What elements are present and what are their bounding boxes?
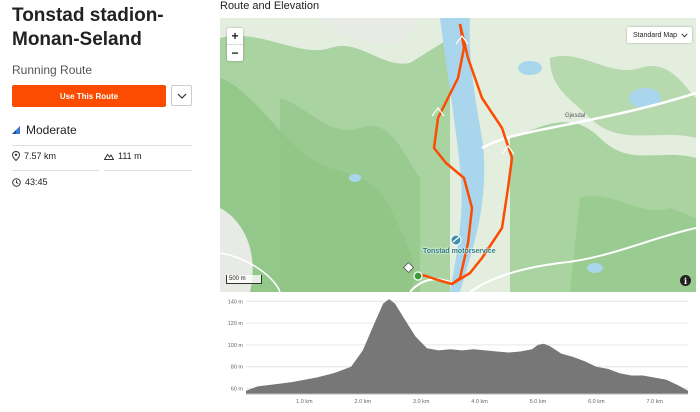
section-heading: Route and Elevation [220, 0, 320, 12]
elevation-area [246, 299, 688, 394]
x-tick-label: 7.0 km [646, 399, 663, 405]
mountain-icon [104, 153, 114, 160]
y-tick-label: 80 m [231, 365, 244, 371]
time-value: 43:45 [25, 177, 48, 187]
divider [12, 170, 99, 171]
y-tick-label: 60 m [231, 387, 244, 393]
y-tick-label: 140 m [228, 299, 244, 305]
map-type-label: Standard Map [633, 31, 677, 39]
zoom-out-button[interactable]: − [227, 45, 243, 61]
location-pin-icon [12, 151, 20, 161]
route-title: Tonstad stadion-Monan-Seland [12, 5, 164, 50]
distance-value: 7.57 km [24, 151, 57, 161]
time-stat: 43:45 [12, 177, 48, 187]
place-label: Gjesdal [565, 113, 586, 119]
zoom-controls: + − [227, 28, 243, 61]
elevation-chart: 140 m 120 m 100 m 80 m 60 m 1.0 km 2.0 km 3.0 k… [228, 299, 688, 405]
x-tick-label: 5.0 km [530, 399, 547, 405]
difficulty-rating: Moderate [12, 123, 77, 137]
chevron-down-icon [681, 32, 688, 38]
poi-label: Tonstad motorservice [423, 248, 496, 255]
route-map[interactable]: + − Standard Map Tonstad motorservice Gj… [220, 18, 696, 292]
x-tick-label: 4.0 km [471, 399, 488, 405]
x-tick-label: 6.0 km [588, 399, 605, 405]
more-options-button[interactable] [171, 85, 192, 106]
chevron-down-icon [177, 93, 186, 99]
difficulty-label: Moderate [26, 123, 77, 137]
elevation-value: 111 m [118, 151, 142, 161]
use-this-route-button[interactable]: Use This Route [12, 85, 166, 107]
x-tick-label: 1.0 km [296, 399, 313, 405]
info-icon[interactable]: i [680, 275, 691, 286]
route-details-panel: Tonstad stadion-Monan-Seland Running Rou… [0, 0, 205, 412]
x-tick-label: 3.0 km [413, 399, 430, 405]
elevation-stat: 111 m [104, 151, 142, 161]
y-tick-label: 100 m [228, 343, 244, 349]
divider [104, 170, 192, 171]
x-tick-label: 2.0 km [355, 399, 372, 405]
zoom-in-button[interactable]: + [227, 28, 243, 45]
difficulty-bars-icon [12, 126, 20, 134]
y-tick-label: 120 m [228, 321, 244, 327]
divider [12, 145, 192, 146]
map-type-select[interactable]: Standard Map [627, 27, 692, 43]
distance-stat: 7.57 km [12, 151, 56, 161]
map-scale: 500 m [226, 275, 262, 284]
clock-icon [12, 177, 21, 187]
route-type-label: Running Route [12, 63, 93, 77]
